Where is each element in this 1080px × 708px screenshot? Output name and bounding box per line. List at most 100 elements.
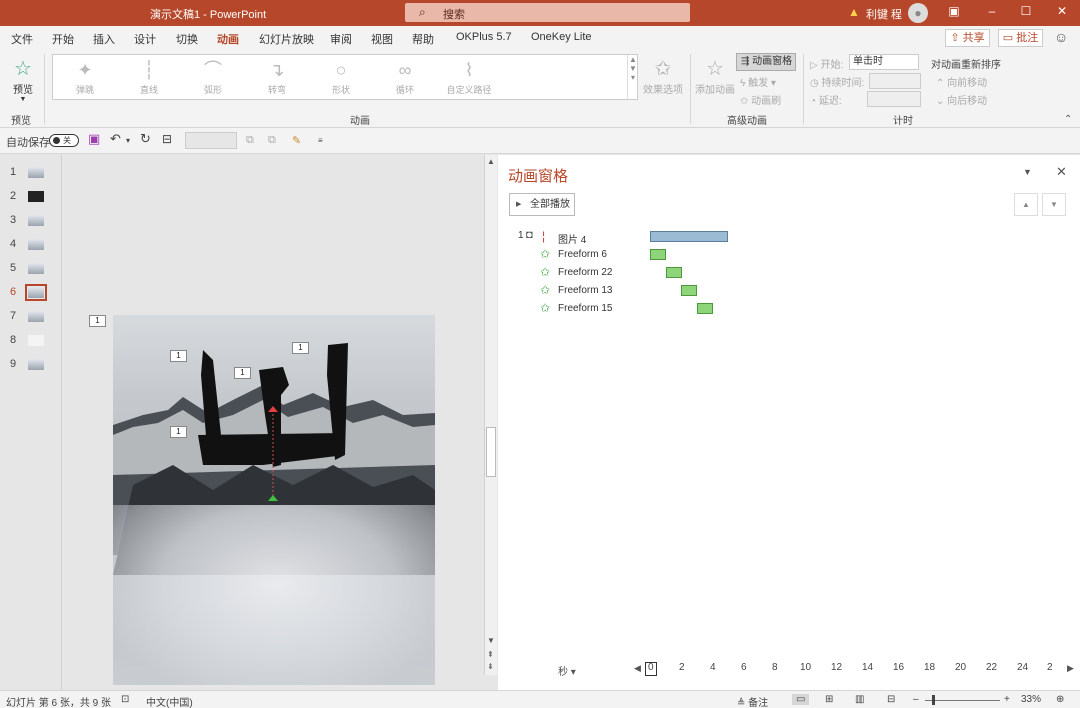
notes-button[interactable]: ≜ 备注 xyxy=(737,694,768,708)
group-icon[interactable]: ⧉ xyxy=(246,134,254,147)
tab-help[interactable]: 帮助 xyxy=(412,31,434,47)
anim-custom-path[interactable]: ⌇ 自定义路径 xyxy=(439,57,499,96)
user-avatar-icon[interactable]: ● xyxy=(908,3,928,23)
duration-input[interactable] xyxy=(869,73,921,89)
tab-animations[interactable]: 动画 xyxy=(217,31,239,52)
anim-list-item[interactable]: ✩ Freeform 15 xyxy=(498,301,798,319)
timing-bar[interactable] xyxy=(650,231,728,242)
timeline-right-arrow-icon[interactable]: ▶ xyxy=(1067,663,1074,674)
timing-bar[interactable] xyxy=(650,249,666,260)
timing-bar[interactable] xyxy=(666,267,682,278)
tab-insert[interactable]: 插入 xyxy=(93,31,115,47)
slide-thumb[interactable]: 9 xyxy=(0,355,60,375)
slide-thumb[interactable]: 8 xyxy=(0,331,60,351)
tab-view[interactable]: 视图 xyxy=(371,31,393,47)
present-icon[interactable]: ⊟ xyxy=(162,132,172,146)
move-down-button[interactable]: ▼ xyxy=(1042,193,1066,216)
ungroup-icon[interactable]: ⧉ xyxy=(268,134,276,147)
reading-view-icon[interactable]: ▥ xyxy=(855,694,864,705)
language[interactable]: 中文(中国) xyxy=(146,694,193,708)
slide-thumb[interactable]: 4 xyxy=(0,235,60,255)
zoom-out-icon[interactable]: – xyxy=(913,694,919,705)
anim-loop[interactable]: ∞ 循环 xyxy=(375,57,435,96)
slide-thumb[interactable]: 2 xyxy=(0,187,60,207)
delay-input[interactable] xyxy=(867,91,921,107)
user-name[interactable]: 利键 程 xyxy=(866,6,902,22)
tab-transitions[interactable]: 切换 xyxy=(176,31,198,47)
add-animation-button[interactable]: ☆ 添加动画 xyxy=(694,56,736,96)
next-slide-icon[interactable]: ⇟ xyxy=(487,662,494,671)
animation-painter-button[interactable]: ✩ 动画刷 xyxy=(740,92,781,107)
close-icon[interactable]: ✕ xyxy=(1052,4,1072,18)
font-combo[interactable] xyxy=(185,132,237,149)
collapse-ribbon-icon[interactable]: ⌃ xyxy=(1064,114,1072,125)
anim-tag[interactable]: 1 xyxy=(170,350,187,362)
zoom-level[interactable]: 33% xyxy=(1021,694,1041,705)
prev-slide-icon[interactable]: ⇞ xyxy=(487,650,494,659)
move-later-button[interactable]: ⌄ 向后移动 xyxy=(936,92,987,107)
undo-icon[interactable]: ↶ xyxy=(110,131,121,147)
animation-pane-toggle[interactable]: ⇶ 动画窗格 xyxy=(736,53,796,71)
tab-design[interactable]: 设计 xyxy=(134,31,156,47)
move-earlier-button[interactable]: ⌃ 向前移动 xyxy=(936,74,987,89)
anim-line[interactable]: ┆ 直线 xyxy=(119,57,179,96)
anim-turn[interactable]: ↴ 转弯 xyxy=(247,57,307,96)
close-pane-icon[interactable]: ✕ xyxy=(1056,164,1067,180)
slide-thumb[interactable]: 3 xyxy=(0,211,60,231)
comment-button[interactable]: ▭ 批注 xyxy=(998,29,1043,47)
slide-thumb[interactable]: 5 xyxy=(0,259,60,279)
anim-arc[interactable]: ⌒ 弧形 xyxy=(183,57,243,96)
tab-file[interactable]: 文件 xyxy=(11,31,33,47)
anim-tag[interactable]: 1 xyxy=(170,426,187,438)
timing-bar[interactable] xyxy=(681,285,697,296)
tab-review[interactable]: 审阅 xyxy=(330,31,352,47)
anim-list-item[interactable]: 1 ◘ ¦ 图片 4 xyxy=(498,229,798,247)
slide-thumb[interactable]: 7 xyxy=(0,307,60,327)
slide-image[interactable] xyxy=(113,315,435,685)
zoom-slider[interactable] xyxy=(925,700,1000,701)
slide-thumb-active[interactable]: 6 xyxy=(0,283,60,303)
slide-thumb[interactable]: 1 xyxy=(0,163,60,183)
fit-to-window-icon[interactable]: ⊕ xyxy=(1056,694,1064,705)
anim-list-item[interactable]: ✩ Freeform 6 xyxy=(498,247,798,265)
tab-okplus[interactable]: OKPlus 5.7 xyxy=(456,31,512,43)
preview-button[interactable]: ☆ 预览 ▼ xyxy=(8,56,38,103)
slideshow-view-icon[interactable]: ⊟ xyxy=(887,694,895,705)
gallery-scroll[interactable]: ▲ ▼ ▾ xyxy=(627,55,638,101)
seconds-dropdown[interactable]: 秒 ▾ xyxy=(558,663,576,678)
accessibility-icon[interactable]: ⊡ xyxy=(121,694,129,705)
tab-slideshow[interactable]: 幻灯片放映 xyxy=(259,31,314,47)
timing-bar[interactable] xyxy=(697,303,713,314)
slide-canvas[interactable]: 1 1 1 1 1 xyxy=(63,155,483,690)
autosave-toggle[interactable]: 关 xyxy=(49,134,79,147)
tab-onekey[interactable]: OneKey Lite xyxy=(531,31,592,43)
ribbon-display-icon[interactable]: ▣ xyxy=(944,4,964,18)
timeline-ruler[interactable]: 0 2 4 6 8 10 12 14 16 18 20 22 24 2 xyxy=(636,662,1066,676)
warning-icon[interactable]: ▲ xyxy=(848,5,860,19)
anim-list-item[interactable]: ✩ Freeform 13 xyxy=(498,283,798,301)
anim-shape[interactable]: ○ 形状 xyxy=(311,57,371,96)
canvas-scrollbar[interactable]: ▲ ▼ ⇞ ⇟ xyxy=(484,155,497,675)
normal-view-icon[interactable]: ▭ xyxy=(792,694,810,705)
scroll-down-icon[interactable]: ▼ xyxy=(487,636,495,645)
zoom-in-icon[interactable]: + xyxy=(1004,694,1010,705)
share-button[interactable]: ⇧ 共享 xyxy=(945,29,990,47)
trigger-button[interactable]: ϟ 触发 ▾ xyxy=(740,74,776,89)
undo-dropdown-icon[interactable]: ▾ xyxy=(126,136,130,145)
save-icon[interactable]: ▣ xyxy=(88,131,100,147)
start-select[interactable]: 单击时 xyxy=(849,54,919,70)
slide-anim-tag[interactable]: 1 xyxy=(89,315,106,327)
pane-options-icon[interactable]: ▼ xyxy=(1023,167,1032,177)
redo-icon[interactable]: ↻ xyxy=(140,131,151,147)
move-up-button[interactable]: ▲ xyxy=(1014,193,1038,216)
anim-bounce[interactable]: ✦ 弹跳 xyxy=(55,57,115,96)
effect-options-button[interactable]: ✩ 效果选项 xyxy=(642,56,684,96)
customize-qat-icon[interactable]: ≡ xyxy=(318,136,323,145)
sorter-view-icon[interactable]: ⊞ xyxy=(825,694,833,705)
anim-tag[interactable]: 1 xyxy=(234,367,251,379)
scroll-up-icon[interactable]: ▲ xyxy=(487,157,495,166)
scroll-thumb[interactable] xyxy=(486,427,496,477)
tab-home[interactable]: 开始 xyxy=(52,31,74,47)
zoom-slider-thumb[interactable] xyxy=(932,695,935,705)
format-painter-icon[interactable]: ✎ xyxy=(292,134,301,147)
